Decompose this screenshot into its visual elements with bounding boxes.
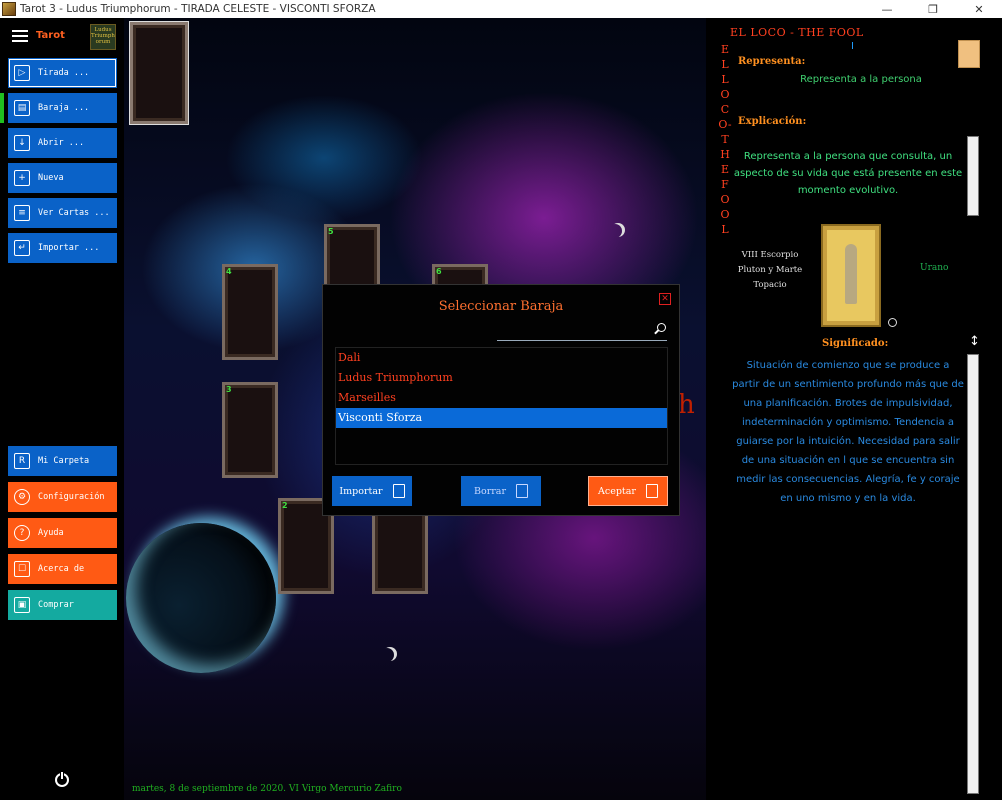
nav-label: Abrir ... xyxy=(38,138,85,148)
gear-icon: ⚙ xyxy=(14,489,30,505)
card-number: 5 xyxy=(328,227,334,236)
power-icon[interactable] xyxy=(55,771,69,787)
import-button[interactable]: Importar xyxy=(332,476,412,506)
nav-ayuda-button[interactable]: ? Ayuda xyxy=(8,518,117,548)
deck-item-marseilles[interactable]: Marseilles xyxy=(336,388,667,408)
moon-image xyxy=(380,648,394,662)
nav-configuracion-button[interactable]: ⚙ Configuración xyxy=(8,482,117,512)
meaning-text: Situación de comienzo que se produce a p… xyxy=(732,360,964,504)
card-roman-number: I xyxy=(851,41,854,52)
import-icon: ↵ xyxy=(14,240,30,256)
help-icon: ? xyxy=(14,525,30,541)
delete-label: Borrar xyxy=(474,485,506,497)
deck-item-dali[interactable]: Dali xyxy=(336,348,667,368)
nav-comprar-button[interactable]: ▣ Comprar xyxy=(8,590,117,620)
spread-card-4[interactable]: 4 xyxy=(222,264,278,360)
window-titlebar: Tarot 3 - Ludus Triumphorum - TIRADA CEL… xyxy=(0,0,1002,18)
deck-search-input[interactable] xyxy=(497,340,667,341)
brand-label: Tarot xyxy=(36,30,65,41)
astro-line: Topacio xyxy=(753,280,787,290)
folder-icon: R xyxy=(14,453,30,469)
card-number: 4 xyxy=(226,267,232,276)
nav-label: Baraja ... xyxy=(38,103,90,113)
buy-icon: ▣ xyxy=(14,597,30,613)
select-deck-dialog: Seleccionar Baraja ✕ Dali Ludus Triumpho… xyxy=(322,284,680,516)
explanation-scrollbar[interactable] xyxy=(967,136,979,216)
explanation-label: Explicación: xyxy=(738,116,807,127)
nav-label: Nueva xyxy=(38,173,64,183)
represents-label: Representa: xyxy=(738,56,806,67)
trash-icon xyxy=(516,484,528,498)
app-logo: Ludus Triumph orum xyxy=(90,24,116,50)
meaning-scrollbar[interactable] xyxy=(967,354,979,794)
nav-ver-cartas-button[interactable]: ≡ Ver Cartas ... xyxy=(8,198,117,228)
nav-label: Mi Carpeta xyxy=(38,456,90,466)
minimize-button[interactable]: — xyxy=(864,0,910,18)
moon-image xyxy=(608,224,622,238)
hamburger-menu-icon[interactable] xyxy=(12,30,28,42)
nav-label: Importar ... xyxy=(38,243,100,253)
search-icon[interactable] xyxy=(657,323,666,332)
accept-button[interactable]: Aceptar xyxy=(588,476,668,506)
nav-label: Comprar xyxy=(38,600,74,610)
meaning-label: Significado: xyxy=(822,338,889,349)
app-icon xyxy=(2,2,16,16)
nav-abrir-button[interactable]: ↓ Abrir ... xyxy=(8,128,117,158)
accept-icon xyxy=(645,484,658,498)
spread-card-3[interactable]: 3 xyxy=(222,382,278,478)
zoom-icon[interactable] xyxy=(888,318,897,327)
new-file-icon: + xyxy=(14,170,30,186)
overlay-text: h xyxy=(678,390,695,420)
nav-mi-carpeta-button[interactable]: R Mi Carpeta xyxy=(8,446,117,476)
astrology-info: VIII Escorpio Pluton y Marte Topacio xyxy=(730,248,810,293)
card-preview-icon[interactable] xyxy=(958,40,980,68)
card-number: 3 xyxy=(226,385,232,394)
planet-image xyxy=(126,523,276,673)
card-info-panel: EL LOCO - THE FOOL ELLOCO-THEFOOL I Repr… xyxy=(706,18,1002,800)
explanation-text: Representa a la persona que consulta, un… xyxy=(733,151,963,196)
nav-label: Tirada ... xyxy=(38,68,90,78)
astro-line: Pluton y Marte xyxy=(737,265,803,275)
nav-importar-button[interactable]: ↵ Importar ... xyxy=(8,233,117,263)
dialog-title: Seleccionar Baraja xyxy=(438,299,564,314)
card-number: 6 xyxy=(436,267,442,276)
open-file-icon: ↓ xyxy=(14,135,30,151)
nav-baraja-button[interactable]: ▤ Baraja ... xyxy=(8,93,117,123)
sidebar: Tarot Ludus Triumph orum ▷ Tirada ... ▤ Ba… xyxy=(0,18,124,800)
nav-label: Ver Cartas ... xyxy=(38,208,110,218)
nav-label: Configuración xyxy=(38,492,105,502)
delete-button[interactable]: Borrar xyxy=(461,476,541,506)
represents-text: Representa a la persona xyxy=(800,74,922,85)
window-title: Tarot 3 - Ludus Triumphorum - TIRADA CEL… xyxy=(20,3,376,15)
close-button[interactable]: ✕ xyxy=(956,0,1002,18)
nav-acerca-de-button[interactable]: ☐ Acerca de xyxy=(8,554,117,584)
nav-label: Acerca de xyxy=(38,564,85,574)
import-icon xyxy=(392,484,405,498)
card-title: EL LOCO - THE FOOL xyxy=(730,26,864,39)
view-cards-icon: ≡ xyxy=(14,205,30,221)
deck-icon: ▤ xyxy=(14,100,30,116)
card-number: 2 xyxy=(282,501,288,510)
astro-line: VIII Escorpio xyxy=(741,250,799,260)
deck-thumbnail-card[interactable] xyxy=(130,22,188,124)
resize-icon[interactable]: ↕ xyxy=(969,334,980,349)
accept-label: Aceptar xyxy=(598,485,636,497)
deck-item-visconti-sforza[interactable]: Visconti Sforza xyxy=(336,408,667,428)
nav-nueva-button[interactable]: + Nueva xyxy=(8,163,117,193)
card-image[interactable] xyxy=(821,224,881,327)
import-label: Importar xyxy=(339,485,383,497)
date-status: martes, 8 de septiembre de 2020. VI Virg… xyxy=(132,784,402,794)
active-indicator xyxy=(0,93,4,123)
deck-item-ludus-triumphorum[interactable]: Ludus Triumphorum xyxy=(336,368,667,388)
play-icon: ▷ xyxy=(14,65,30,81)
dialog-close-button[interactable]: ✕ xyxy=(659,293,671,305)
nav-tirada-button[interactable]: ▷ Tirada ... xyxy=(8,58,117,88)
nav-label: Ayuda xyxy=(38,528,64,538)
about-icon: ☐ xyxy=(14,561,30,577)
planet-label: Urano xyxy=(920,263,949,273)
deck-list: Dali Ludus Triumphorum Marseilles Viscon… xyxy=(335,347,668,465)
card-vertical-title: ELLOCO-THEFOOL xyxy=(718,43,732,236)
maximize-button[interactable]: ❐ xyxy=(910,0,956,18)
